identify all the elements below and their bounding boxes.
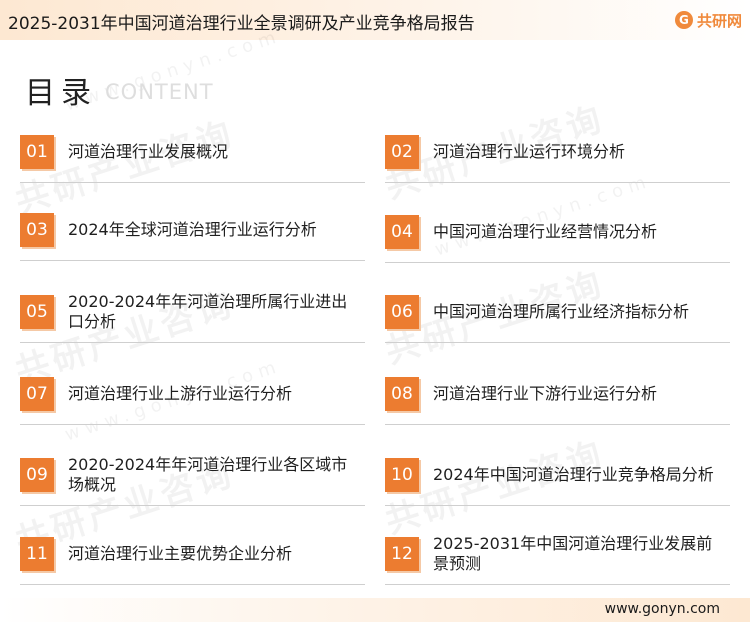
footer-url[interactable]: www.gonyn.com <box>605 601 720 617</box>
toc-item-number: 08 <box>385 377 419 411</box>
toc-heading: 目录 <box>25 76 97 111</box>
toc-item[interactable]: 02 河道治理行业运行环境分析 <box>385 130 730 183</box>
toc-item-number: 06 <box>385 295 419 329</box>
toc-item[interactable]: 07 河道治理行业上游行业运行分析 <box>20 372 365 425</box>
toc-item[interactable]: 03 2024年全球河道治理行业运行分析 <box>20 208 365 261</box>
toc-item-label: 河道治理行业上游行业运行分析 <box>68 384 293 403</box>
toc-item-number: 02 <box>385 135 419 169</box>
toc-item[interactable]: 08 河道治理行业下游行业运行分析 <box>385 372 730 425</box>
title-bar: 2025-2031年中国河道治理行业全景调研及产业竞争格局报告 G 共研网 <box>0 0 750 40</box>
toc-item[interactable]: 09 2020-2024年年河道治理行业各区域市场概况 <box>20 453 365 506</box>
toc-item-number: 12 <box>385 537 419 571</box>
toc-item[interactable]: 10 2024年中国河道治理行业竞争格局分析 <box>385 453 730 506</box>
toc-item-number: 05 <box>20 295 54 329</box>
toc-item-label: 中国河道治理所属行业经济指标分析 <box>433 302 690 321</box>
toc-item[interactable]: 06 中国河道治理所属行业经济指标分析 <box>385 290 730 343</box>
brand-logo: G 共研网 <box>674 8 742 32</box>
toc-item-number: 11 <box>20 537 54 571</box>
footer-bar: www.gonyn.com <box>0 598 750 622</box>
toc-item-label: 河道治理行业发展概况 <box>68 142 229 161</box>
toc-item[interactable]: 12 2025-2031年中国河道治理行业发展前景预测 <box>385 532 730 585</box>
toc-item-label: 2020-2024年年河道治理所属行业进出口分析 <box>68 292 348 331</box>
toc-item[interactable]: 05 2020-2024年年河道治理所属行业进出口分析 <box>20 290 365 343</box>
toc-item-label: 中国河道治理行业经营情况分析 <box>433 222 658 241</box>
toc-item-number: 07 <box>20 377 54 411</box>
toc-item[interactable]: 04 中国河道治理行业经营情况分析 <box>385 210 730 263</box>
toc-item[interactable]: 11 河道治理行业主要优势企业分析 <box>20 532 365 585</box>
toc-item-number: 04 <box>385 215 419 249</box>
logo-icon: G <box>674 11 693 29</box>
logo-text: 共研网 <box>696 11 742 30</box>
toc-item-label: 2024年全球河道治理行业运行分析 <box>68 220 317 239</box>
toc-item-number: 01 <box>20 135 54 169</box>
report-title: 2025-2031年中国河道治理行业全景调研及产业竞争格局报告 <box>8 14 475 34</box>
toc-item-label: 河道治理行业运行环境分析 <box>433 142 626 161</box>
toc-item-number: 09 <box>20 458 54 492</box>
toc-item-label: 2025-2031年中国河道治理行业发展前景预测 <box>433 534 713 573</box>
toc-item-label: 河道治理行业主要优势企业分析 <box>68 544 293 563</box>
toc-item-label: 河道治理行业下游行业运行分析 <box>433 384 658 403</box>
toc-heading-sub: CONTENT <box>105 80 214 104</box>
toc-item-number: 03 <box>20 213 54 247</box>
toc-item-label: 2020-2024年年河道治理行业各区域市场概况 <box>68 455 348 494</box>
toc-item-number: 10 <box>385 458 419 492</box>
toc-item[interactable]: 01 河道治理行业发展概况 <box>20 130 365 183</box>
toc-item-label: 2024年中国河道治理行业竞争格局分析 <box>433 465 714 484</box>
